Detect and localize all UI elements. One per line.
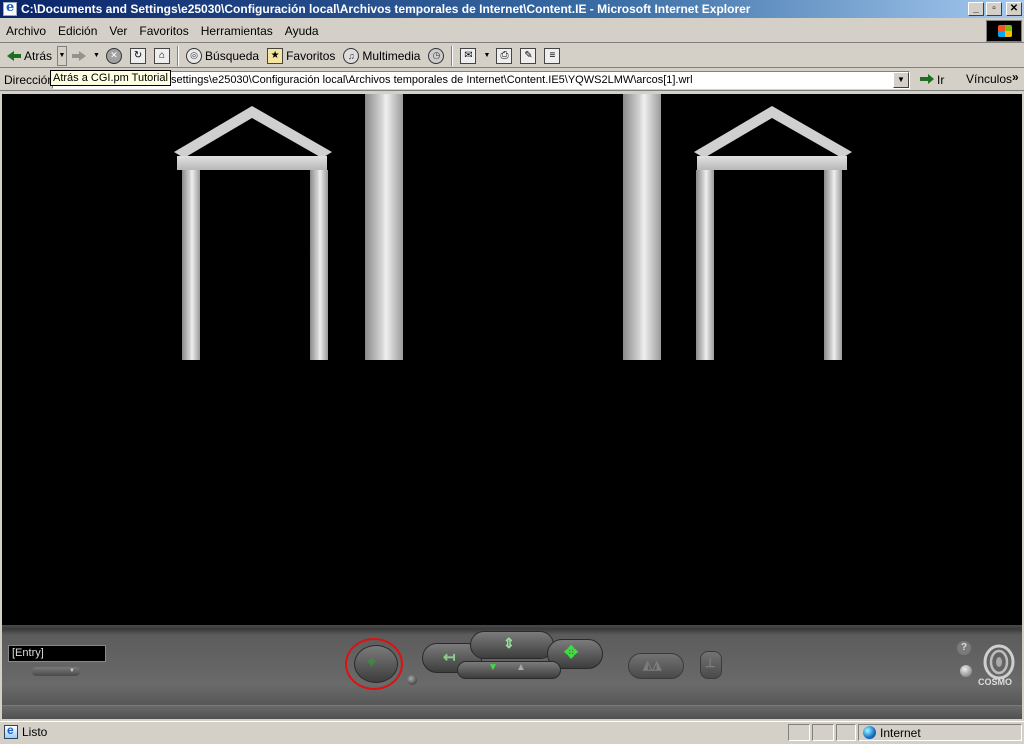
- go-arrow-icon: [920, 74, 934, 86]
- search-button[interactable]: ◎ Búsqueda: [183, 46, 262, 66]
- stop-icon: ✕: [106, 47, 123, 64]
- left-arch-lintel: [177, 156, 327, 170]
- favorites-button[interactable]: ★ Favoritos: [264, 46, 338, 66]
- menu-bar: Archivo Edición Ver Favoritos Herramient…: [0, 19, 1024, 43]
- center-column-right: [623, 94, 661, 360]
- menu-herramientas[interactable]: Herramientas: [195, 24, 279, 38]
- forward-arrow-icon: [72, 50, 87, 61]
- window-title: C:\Documents and Settings\e25030\Configu…: [21, 2, 751, 16]
- discuss-button[interactable]: ≡: [541, 46, 563, 66]
- back-arrow-icon: [7, 50, 21, 61]
- stop-button[interactable]: ✕: [103, 46, 125, 66]
- menu-archivo[interactable]: Archivo: [0, 24, 52, 38]
- tilt-down-icon[interactable]: ▼: [488, 662, 498, 673]
- back-label: Atrás: [24, 48, 53, 63]
- links-chevron-icon[interactable]: »: [1012, 70, 1019, 84]
- home-icon: ⌂: [154, 47, 171, 64]
- minimize-button[interactable]: _: [968, 2, 984, 16]
- zone-label: Internet: [880, 725, 921, 740]
- internet-globe-icon: [863, 726, 876, 739]
- status-cell-progress: [788, 724, 810, 741]
- discuss-icon: ≡: [544, 47, 561, 64]
- go-label: Ir: [937, 73, 945, 87]
- right-arch-pediment: [694, 106, 852, 158]
- links-label[interactable]: Vínculos: [966, 72, 1012, 86]
- media-button[interactable]: ♫ Multimedia: [340, 46, 423, 66]
- ie-app-icon[interactable]: [3, 0, 17, 16]
- cosmo-rail: [2, 705, 1022, 719]
- history-button[interactable]: ◷: [425, 46, 447, 66]
- edit-button[interactable]: ✎: [517, 46, 539, 66]
- small-knob-icon: [407, 675, 417, 685]
- viewpoint-prev-next-buttons[interactable]: ◭◮: [628, 653, 684, 679]
- menu-favoritos[interactable]: Favoritos: [133, 24, 194, 38]
- window-controls: _ ▫ ✕: [968, 2, 1022, 16]
- print-button[interactable]: ⎙: [493, 46, 515, 66]
- status-cell-offline: [836, 724, 856, 741]
- maximize-button[interactable]: ▫: [986, 2, 1002, 16]
- menu-ver[interactable]: Ver: [103, 24, 133, 38]
- back-button[interactable]: Atrás: [4, 46, 55, 66]
- media-label: Multimedia: [362, 48, 421, 63]
- mail-icon: ✉: [460, 47, 477, 64]
- center-column-left: [365, 94, 403, 360]
- status-cell-secure: [812, 724, 834, 741]
- triangle-icon: ◭◮: [643, 658, 662, 672]
- right-arch-lintel: [697, 156, 847, 170]
- menu-edicion[interactable]: Edición: [52, 24, 103, 38]
- straighten-icon: ⊥: [705, 656, 716, 670]
- mail-dropdown[interactable]: ▼: [481, 46, 491, 66]
- preferences-knob[interactable]: [960, 665, 972, 677]
- standard-toolbar: Atrás ▼ ▼ ✕ ↻ ⌂ ◎ Búsqueda ★ Favoritos ♫…: [0, 44, 1024, 68]
- security-zone[interactable]: Internet: [858, 724, 1022, 741]
- title-bar: C:\Documents and Settings\e25030\Configu…: [0, 0, 1024, 18]
- address-dropdown[interactable]: ▼: [893, 72, 909, 88]
- walk-button[interactable]: ⇕: [470, 631, 554, 659]
- status-text: Listo: [22, 725, 48, 739]
- status-bar: Listo Internet: [0, 721, 1024, 742]
- home-button[interactable]: ⌂: [151, 46, 173, 66]
- pan-icon: ↤: [443, 649, 456, 666]
- left-arch-column-left: [182, 170, 200, 360]
- walk-icon: ⇕: [503, 635, 515, 651]
- tilt-up-icon[interactable]: ▲: [516, 662, 526, 673]
- mail-button[interactable]: ✉: [457, 46, 479, 66]
- vrml-3d-viewport[interactable]: [2, 94, 1022, 625]
- go-button[interactable]: Ir: [920, 71, 944, 89]
- forward-history-dropdown[interactable]: ▼: [91, 46, 101, 66]
- viewpoint-field[interactable]: [Entry]: [8, 645, 106, 662]
- menu-ayuda[interactable]: Ayuda: [279, 24, 325, 38]
- back-tooltip: Atrás a CGI.pm Tutorial: [50, 70, 171, 86]
- favorites-star-icon: ★: [267, 47, 284, 64]
- cosmo-player-controls: [Entry] ▼ ⌖ ↤ ⇕ ✥ ▼ ▲ ◭◮ ⊥ ? COSMO: [2, 625, 1022, 719]
- windows-logo-icon: [986, 20, 1022, 42]
- seek-highlight-ring: [345, 638, 403, 690]
- forward-button[interactable]: [69, 46, 89, 66]
- left-arch-column-right: [310, 170, 328, 360]
- close-button[interactable]: ✕: [1006, 2, 1022, 16]
- tilt-buttons: ▼ ▲: [457, 661, 561, 679]
- left-arch-pediment: [174, 106, 332, 158]
- refresh-button[interactable]: ↻: [127, 46, 149, 66]
- refresh-icon: ↻: [130, 47, 147, 64]
- edit-icon: ✎: [520, 47, 537, 64]
- printer-icon: ⎙: [496, 47, 513, 64]
- address-input[interactable]: settings\e25030\Configuración local\Arch…: [52, 71, 910, 89]
- viewpoint-dropdown[interactable]: ▼: [32, 667, 80, 676]
- straighten-button[interactable]: ⊥: [700, 651, 722, 679]
- right-arch-column-right: [824, 170, 842, 360]
- media-icon: ♫: [343, 47, 360, 64]
- page-status-icon: [4, 723, 18, 739]
- favorites-label: Favoritos: [286, 48, 336, 63]
- cosmo-logo-text: COSMO: [978, 677, 1013, 687]
- toolbar-separator: [451, 45, 454, 66]
- search-label: Búsqueda: [205, 48, 260, 63]
- right-arch-column-left: [696, 170, 714, 360]
- help-button[interactable]: ?: [957, 641, 971, 655]
- search-icon: ◎: [186, 47, 203, 64]
- back-history-dropdown[interactable]: ▼: [57, 45, 68, 66]
- toolbar-separator: [177, 45, 180, 66]
- history-icon: ◷: [428, 47, 445, 64]
- move-arrows-icon: ✥: [564, 643, 579, 662]
